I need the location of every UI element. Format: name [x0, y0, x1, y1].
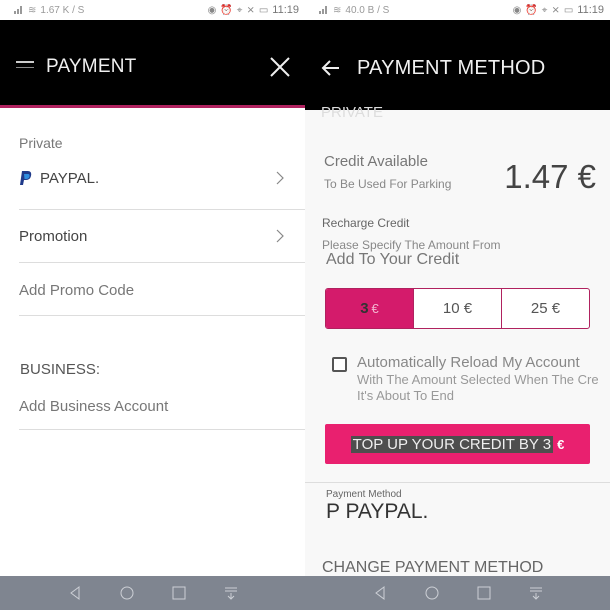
- page-title: PAYMENT METHOD: [357, 57, 546, 79]
- promotion-label: Promotion: [19, 227, 88, 245]
- recharge-credit-label: Recharge Credit: [322, 216, 410, 230]
- location-icon: ⌖: [541, 4, 548, 16]
- amount-option-10[interactable]: 10 €: [413, 289, 501, 328]
- paypal-label: PAYPAL.: [40, 169, 100, 187]
- credit-available-subtitle: To Be Used For Parking: [324, 177, 452, 191]
- add-business-account-label: Add Business Account: [19, 397, 169, 415]
- auto-reload-description: With The Amount Selected When The Cre: [357, 372, 599, 387]
- divider: [19, 315, 305, 316]
- amount-option-3[interactable]: 3 €: [326, 289, 413, 328]
- nav-back-icon[interactable]: [67, 585, 83, 601]
- add-promo-code-button[interactable]: Add Promo Code: [19, 264, 305, 316]
- card-icon: [16, 61, 34, 73]
- signal-icon: [319, 6, 329, 14]
- alarm-icon: ⏰: [220, 4, 233, 16]
- credit-balance: 1.47 €: [504, 158, 596, 195]
- top-up-currency: €: [557, 436, 565, 452]
- status-bar: ≋ 1.67 K / S ◉ ⏰ ⌖ ⨯ ▭ 11:19: [0, 0, 305, 20]
- nav-notifications-icon[interactable]: [223, 585, 239, 601]
- status-bar: ≋ 40.0 B / S ◉ ⏰ ⌖ ⨯ ▭ 11:19: [305, 0, 610, 20]
- signal-icon: [14, 6, 24, 14]
- payment-screen: ≋ 1.67 K / S ◉ ⏰ ⌖ ⨯ ▭ 11:19 PAYMENT Pri…: [0, 0, 305, 610]
- paypal-row[interactable]: PAYPAL.: [19, 152, 305, 204]
- divider: [19, 262, 305, 263]
- nav-recents-icon[interactable]: [476, 585, 492, 601]
- eye-icon: ◉: [207, 4, 217, 16]
- wifi-icon: ≋: [28, 4, 37, 16]
- app-header: PAYMENT: [0, 20, 305, 108]
- payment-method-value: P PAYPAL.: [326, 500, 429, 523]
- close-icon[interactable]: [269, 56, 291, 78]
- add-promo-code-label: Add Promo Code: [19, 281, 135, 299]
- divider: [19, 429, 305, 430]
- auto-reload-description-2: It's About To End: [357, 388, 454, 403]
- alarm-icon: ⏰: [525, 4, 538, 16]
- top-up-button[interactable]: TOP UP YOUR CREDIT BY 3 €: [325, 424, 590, 464]
- clock: 11:19: [577, 4, 604, 16]
- amount-selector: 3 € 10 € 25 €: [325, 288, 590, 329]
- clock: 11:19: [272, 4, 299, 16]
- recharge-instruction: Please Specify The Amount From: [322, 238, 501, 252]
- arrow-left-icon[interactable]: [321, 58, 341, 78]
- app-header: PAYMENT METHOD PRIVATE: [305, 20, 610, 121]
- page-title: PAYMENT: [46, 56, 137, 77]
- payment-method-label: Payment Method: [326, 489, 402, 500]
- battery-icon: ▭: [563, 4, 574, 16]
- amount-currency: €: [371, 301, 379, 316]
- divider: [305, 482, 610, 483]
- top-up-label: TOP UP YOUR CREDIT BY 3: [350, 435, 554, 453]
- business-section-label: BUSINESS:: [20, 361, 101, 378]
- battery-icon: ▭: [258, 4, 269, 16]
- nav-notifications-icon[interactable]: [528, 585, 544, 601]
- network-speed: 40.0 B / S: [345, 4, 390, 16]
- payment-method-screen: ≋ 40.0 B / S ◉ ⏰ ⌖ ⨯ ▭ 11:19 PAYMENT MET…: [305, 0, 610, 610]
- nav-back-icon[interactable]: [372, 585, 388, 601]
- nav-recents-icon[interactable]: [171, 585, 187, 601]
- credit-available-label: Credit Available: [324, 153, 428, 170]
- amount-option-25[interactable]: 25 €: [501, 289, 589, 328]
- system-nav-bar: [0, 576, 305, 610]
- amount-value: 3: [360, 300, 369, 317]
- mute-icon: ⨯: [246, 4, 255, 16]
- recharge-instruction-2: Add To Your Credit: [326, 251, 460, 268]
- nav-home-icon[interactable]: [424, 585, 440, 601]
- private-section-label: Private: [19, 135, 63, 151]
- paypal-icon: [20, 171, 32, 185]
- system-nav-bar: [305, 576, 610, 610]
- tab-private[interactable]: PRIVATE: [321, 104, 383, 121]
- eye-icon: ◉: [512, 4, 522, 16]
- promotion-row[interactable]: Promotion: [19, 210, 305, 262]
- mute-icon: ⨯: [551, 4, 560, 16]
- network-speed: 1.67 K / S: [40, 4, 85, 16]
- add-business-account-button[interactable]: Add Business Account: [19, 380, 305, 432]
- chevron-right-icon: [276, 171, 284, 185]
- change-payment-method-button[interactable]: CHANGE PAYMENT METHOD: [322, 559, 543, 577]
- nav-home-icon[interactable]: [119, 585, 135, 601]
- auto-reload-checkbox[interactable]: [332, 357, 347, 372]
- auto-reload-label: Automatically Reload My Account: [357, 354, 580, 371]
- chevron-right-icon: [276, 229, 284, 243]
- wifi-icon: ≋: [333, 4, 342, 16]
- location-icon: ⌖: [236, 4, 243, 16]
